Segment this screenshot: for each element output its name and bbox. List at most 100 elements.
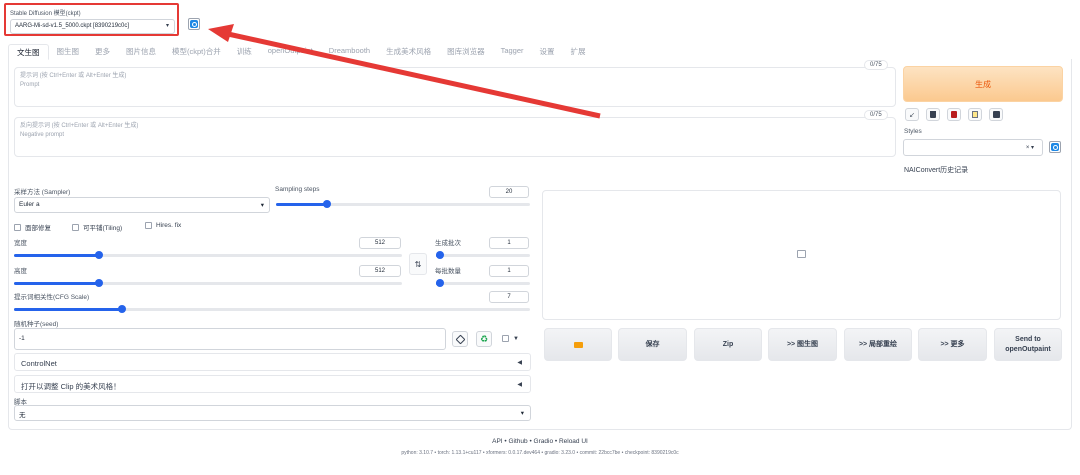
batch-count-label: 生成批次 — [435, 240, 461, 247]
batch-size-slider[interactable] — [436, 279, 530, 287]
negative-placeholder-line1: 反向提示词 (按 Ctrl+Enter 或 Alt+Enter 生成) — [20, 123, 139, 129]
tiling-label: 可平铺(Tiling) — [83, 225, 123, 232]
cfg-value-input[interactable]: 7 — [489, 291, 529, 303]
model-label: Stable Diffusion 模型(ckpt) — [10, 11, 81, 17]
random-seed-button[interactable] — [452, 331, 468, 347]
image-placeholder-icon — [797, 250, 806, 258]
height-value-input[interactable]: 512 — [359, 265, 401, 277]
height-slider[interactable] — [14, 279, 402, 287]
width-label: 宽度 — [14, 240, 27, 247]
seed-input[interactable]: -1 — [14, 328, 446, 350]
face-restore-checkbox[interactable]: 面部修复 — [14, 222, 51, 232]
collapse-arrow-icon: ◀ — [517, 360, 522, 366]
zip-button[interactable]: Zip — [694, 328, 762, 361]
slider-fill — [14, 282, 99, 285]
annotation-arrow-shaft — [227, 31, 601, 119]
folder-icon — [573, 341, 583, 348]
hires-fix-checkbox[interactable]: Hires. fix — [145, 222, 181, 229]
batch-count-input[interactable]: 1 — [489, 237, 529, 249]
arrow-icon: ↙ — [909, 111, 915, 119]
prompt-token-counter: 0/75 — [864, 60, 888, 70]
chevron-down-icon: ▾ — [165, 23, 169, 29]
tab-2[interactable]: 更多 — [87, 44, 118, 60]
send-to-img2img-button[interactable]: >> 图生图 — [768, 328, 837, 361]
hires-fix-label: Hires. fix — [156, 222, 182, 229]
styles-label: Styles — [904, 128, 922, 135]
sampler-select[interactable]: Euler a ▾ — [14, 197, 270, 213]
model-refresh-button[interactable] — [188, 18, 200, 30]
batch-count-slider[interactable] — [436, 251, 530, 259]
save-button[interactable]: 保存 — [618, 328, 687, 361]
footer-versions: python: 3.10.7 • torch: 1.13.1+cu117 • x… — [401, 450, 679, 456]
batch-size-input[interactable]: 1 — [489, 265, 529, 277]
clip-style-title: 打开以调整 Clip 的美术风格！ — [21, 382, 121, 391]
slider-track — [436, 282, 530, 285]
steps-label: Sampling steps — [275, 186, 320, 193]
open-folder-button[interactable] — [544, 328, 612, 361]
model-select[interactable]: AARG-Mi-sd-v1.5_5000.ckpt [8390219c0c] ▾ — [10, 19, 175, 34]
clip-style-accordion[interactable]: 打开以调整 Clip 的美术风格！ ◀ — [14, 375, 531, 393]
clipboard-icon — [972, 111, 978, 118]
clear-prompt-button[interactable] — [926, 108, 940, 121]
script-select[interactable]: 无 ▾ — [14, 405, 531, 421]
controlnet-title: ControlNet — [21, 359, 57, 368]
slider-fill — [14, 308, 122, 311]
slider-thumb[interactable] — [118, 305, 126, 313]
send-to-inpaint-button[interactable]: >> 局部重绘 — [844, 328, 912, 361]
send-to-openoutpaint-button[interactable]: Send to openOutpaint — [994, 328, 1062, 361]
reuse-seed-button[interactable]: ♻ — [476, 331, 492, 347]
cfg-slider[interactable] — [14, 305, 530, 313]
extra-networks-button[interactable] — [947, 108, 961, 121]
cfg-label: 提示词相关性(CFG Scale) — [14, 294, 90, 301]
swap-icon: ⇅ — [414, 259, 422, 269]
footer-links[interactable]: API • Github • Gradio • Reload UI — [0, 438, 1080, 445]
checkbox-box[interactable] — [14, 223, 21, 231]
triangle-down-icon: ▼ — [513, 335, 519, 342]
checkbox-box[interactable] — [72, 223, 79, 231]
styles-refresh-button[interactable] — [1049, 141, 1061, 153]
height-label: 高度 — [14, 268, 27, 275]
annotation-arrow — [208, 24, 601, 119]
controlnet-accordion[interactable]: ControlNet ◀ — [14, 353, 531, 371]
apply-style-button[interactable] — [968, 108, 982, 121]
sampler-label: 采样方法 (Sampler) — [14, 189, 71, 196]
trash-icon — [930, 111, 936, 118]
slider-fill — [14, 254, 99, 257]
width-slider[interactable] — [14, 251, 402, 259]
tab-0[interactable]: 文生图 — [8, 44, 49, 60]
send-to-extras-button[interactable]: >> 更多 — [918, 328, 987, 361]
chevron-down-icon: ▾ — [260, 202, 264, 209]
slider-thumb[interactable] — [323, 200, 331, 208]
checkbox-box[interactable] — [502, 335, 509, 342]
extra-seed-toggle[interactable]: ▼ — [502, 335, 519, 342]
model-select-value: AARG-Mi-sd-v1.5_5000.ckpt [8390219c0c] — [15, 23, 130, 29]
script-value: 无 — [19, 412, 26, 419]
swap-dimensions-button[interactable]: ⇅ — [409, 253, 427, 275]
steps-slider[interactable] — [276, 200, 530, 208]
tiling-checkbox[interactable]: 可平铺(Tiling) — [72, 222, 122, 232]
styles-select[interactable]: × ▾ — [903, 139, 1043, 156]
slider-thumb[interactable] — [436, 279, 444, 287]
width-value-input[interactable]: 512 — [359, 237, 401, 249]
read-params-button[interactable]: ↙ — [905, 108, 919, 121]
steps-value-input[interactable]: 20 — [489, 186, 529, 198]
annotation-arrow-head — [208, 24, 234, 42]
generate-button[interactable]: 生成 — [903, 66, 1063, 102]
save-icon — [992, 111, 1000, 118]
tab-3[interactable]: 图片信息 — [118, 44, 164, 60]
negative-prompt-input[interactable]: 反向提示词 (按 Ctrl+Enter 或 Alt+Enter 生成) Nega… — [14, 117, 896, 157]
slider-fill — [276, 203, 327, 206]
slider-track — [436, 254, 530, 257]
dice-icon — [455, 334, 465, 344]
card-icon — [951, 111, 957, 118]
negative-placeholder-line2: Negative prompt — [20, 132, 65, 138]
slider-thumb[interactable] — [95, 251, 103, 259]
checkbox-box[interactable] — [145, 222, 152, 229]
naiconvert-history-link[interactable]: NAIConvert历史记录 — [904, 165, 968, 175]
output-gallery — [542, 190, 1061, 320]
save-style-button[interactable] — [989, 108, 1003, 121]
tab-1[interactable]: 图生图 — [49, 44, 88, 60]
slider-thumb[interactable] — [436, 251, 444, 259]
styles-clear-icon[interactable]: × ▾ — [1026, 144, 1034, 151]
slider-thumb[interactable] — [95, 279, 103, 287]
